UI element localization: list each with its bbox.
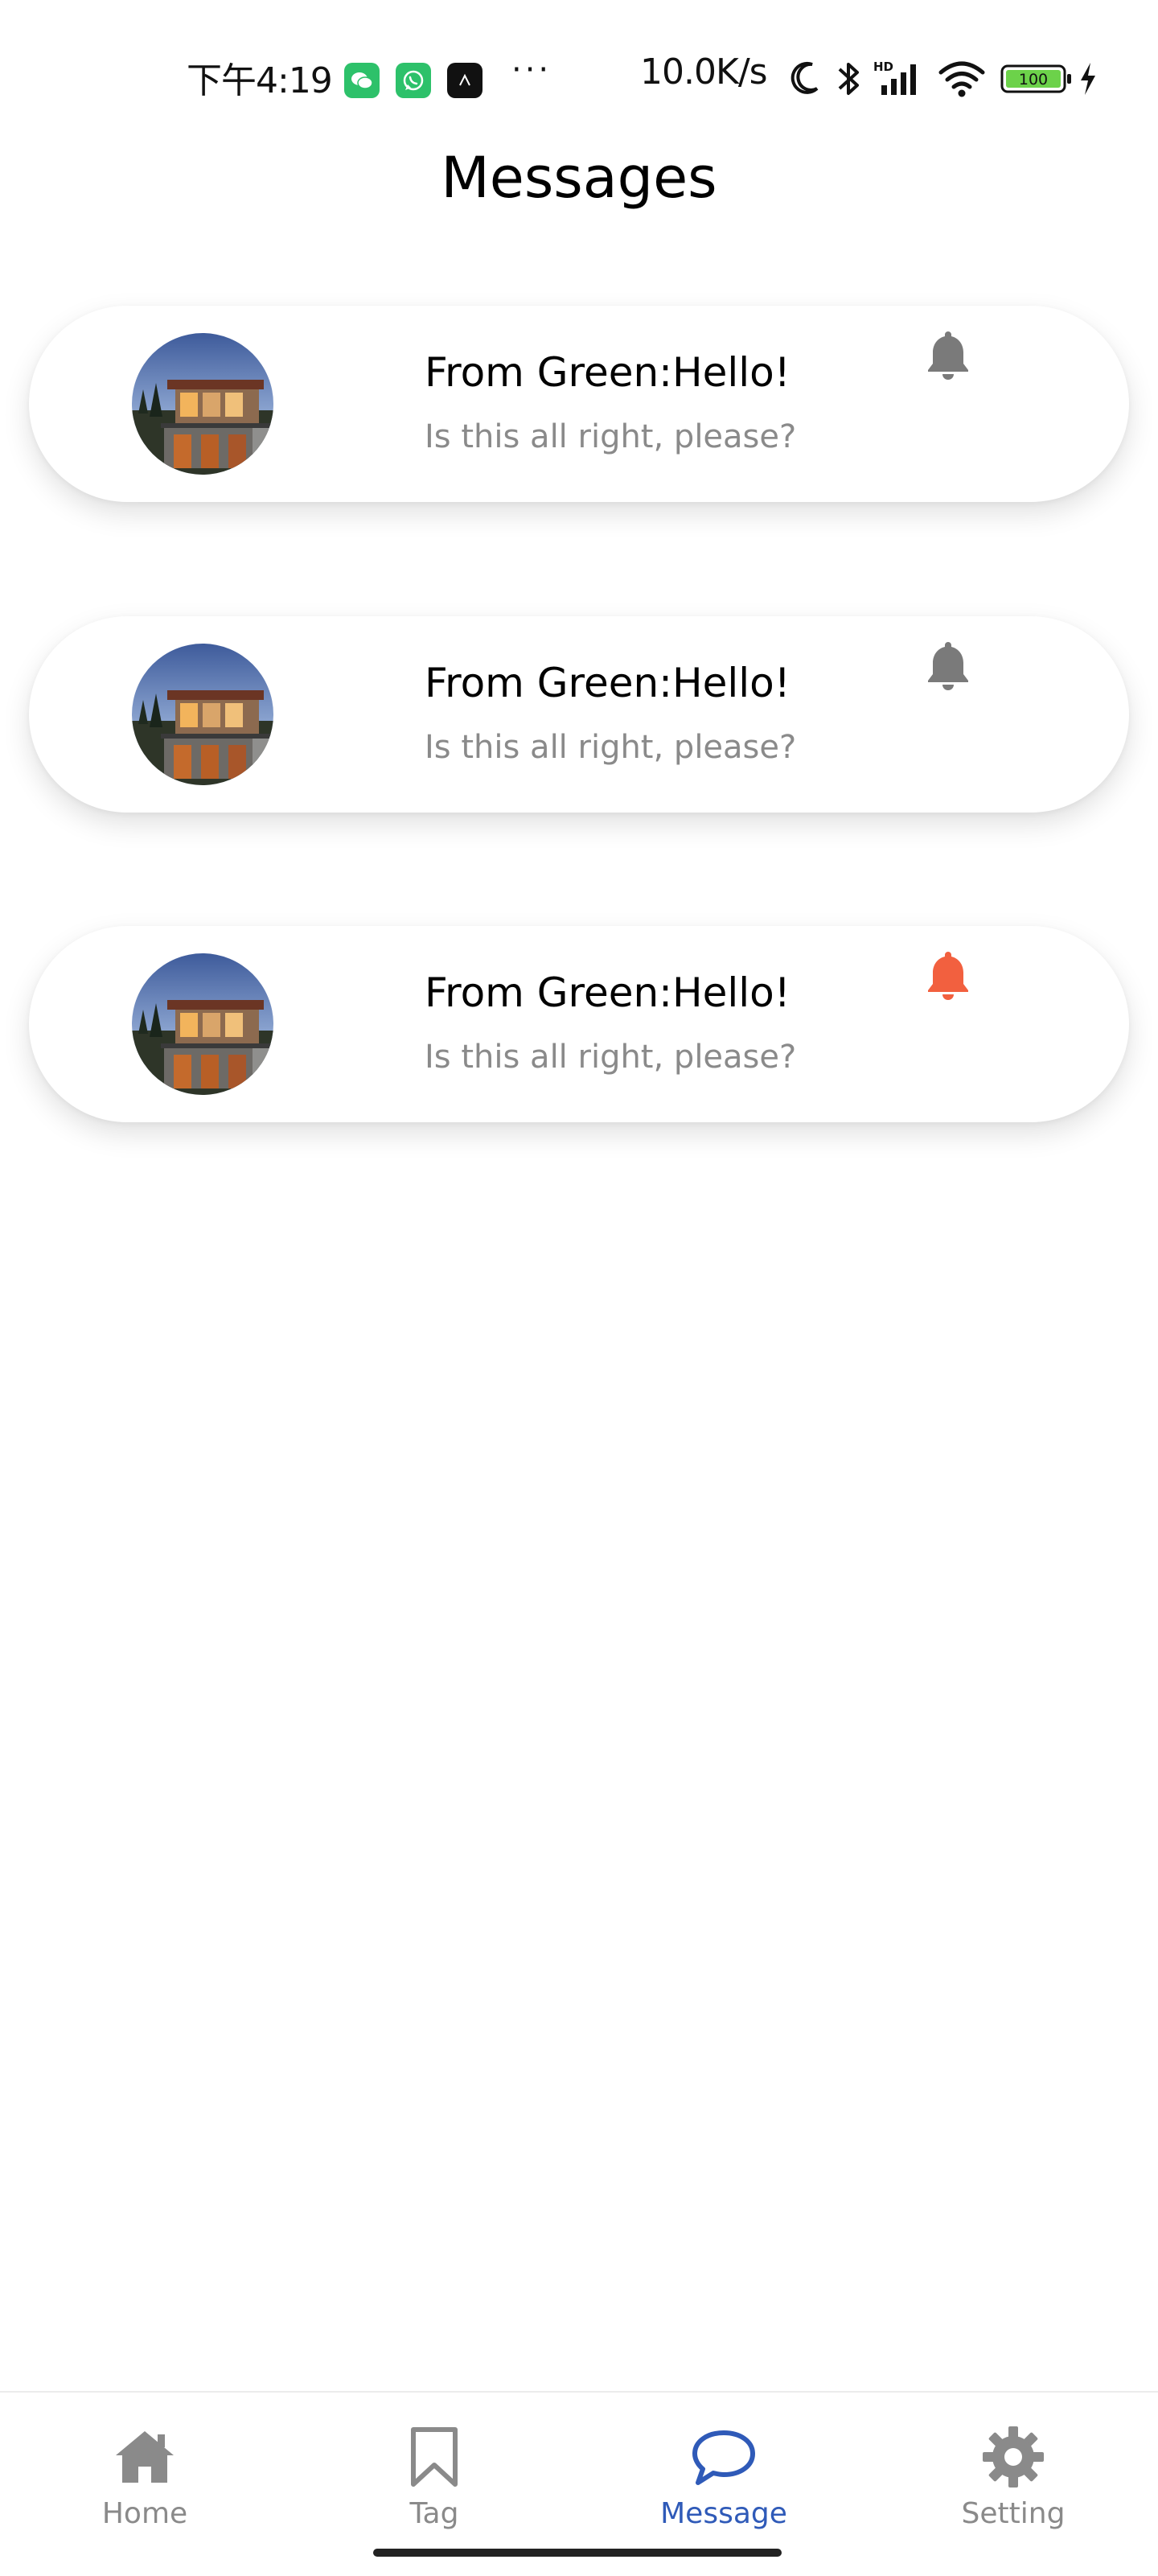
whatsapp-notification-icon (396, 63, 431, 98)
bell-icon[interactable] (925, 330, 971, 381)
message-preview: Is this all right, please? (425, 418, 797, 455)
page-title: Messages (441, 145, 717, 211)
message-card[interactable]: From Green:Hello! Is this all right, ple… (29, 926, 1129, 1122)
nav-item-message[interactable]: Message (627, 2393, 820, 2553)
bell-icon[interactable] (925, 950, 971, 1002)
message-preview: Is this all right, please? (425, 729, 797, 766)
message-title: From Green:Hello! (425, 349, 790, 396)
nav-item-tag[interactable]: Tag (338, 2393, 531, 2553)
nav-item-home[interactable]: Home (48, 2393, 241, 2553)
bell-icon[interactable] (925, 640, 971, 692)
wifi-icon (938, 61, 985, 97)
message-card[interactable]: From Green:Hello! Is this all right, ple… (29, 616, 1129, 813)
nav-label: Message (660, 2497, 787, 2530)
app-notification-icon (447, 63, 482, 98)
bluetooth-icon (838, 63, 859, 95)
nav-label: Setting (961, 2497, 1066, 2530)
nav-item-setting[interactable]: Setting (917, 2393, 1110, 2553)
nav-label: Tag (409, 2497, 459, 2530)
message-preview: Is this all right, please? (425, 1039, 797, 1076)
charging-icon (1081, 63, 1095, 95)
battery-icon: 100 (1000, 64, 1071, 93)
avatar (132, 644, 273, 785)
home-indicator (373, 2549, 782, 2557)
gear-icon (983, 2426, 1044, 2488)
message-title: From Green:Hello! (425, 660, 790, 706)
moon-icon (790, 61, 819, 94)
status-bar: 下午4:19 ··· 10.0K/s HD 100 (0, 0, 1158, 153)
more-notifications-icon: ··· (511, 51, 552, 88)
signal-icon: HD (873, 60, 916, 95)
avatar (132, 333, 273, 475)
home-icon (116, 2431, 174, 2483)
chat-bubble-icon (692, 2430, 755, 2485)
network-speed: 10.0K/s (640, 51, 768, 93)
svg-text:100: 100 (1019, 71, 1048, 88)
nav-label: Home (101, 2497, 188, 2530)
bookmark-icon (411, 2427, 458, 2487)
svg-text:HD: HD (873, 60, 893, 74)
avatar (132, 953, 273, 1095)
status-time: 下午4:19 (187, 60, 333, 101)
message-card[interactable]: From Green:Hello! Is this all right, ple… (29, 306, 1129, 502)
wechat-notification-icon (344, 63, 380, 98)
message-title: From Green:Hello! (425, 969, 790, 1016)
